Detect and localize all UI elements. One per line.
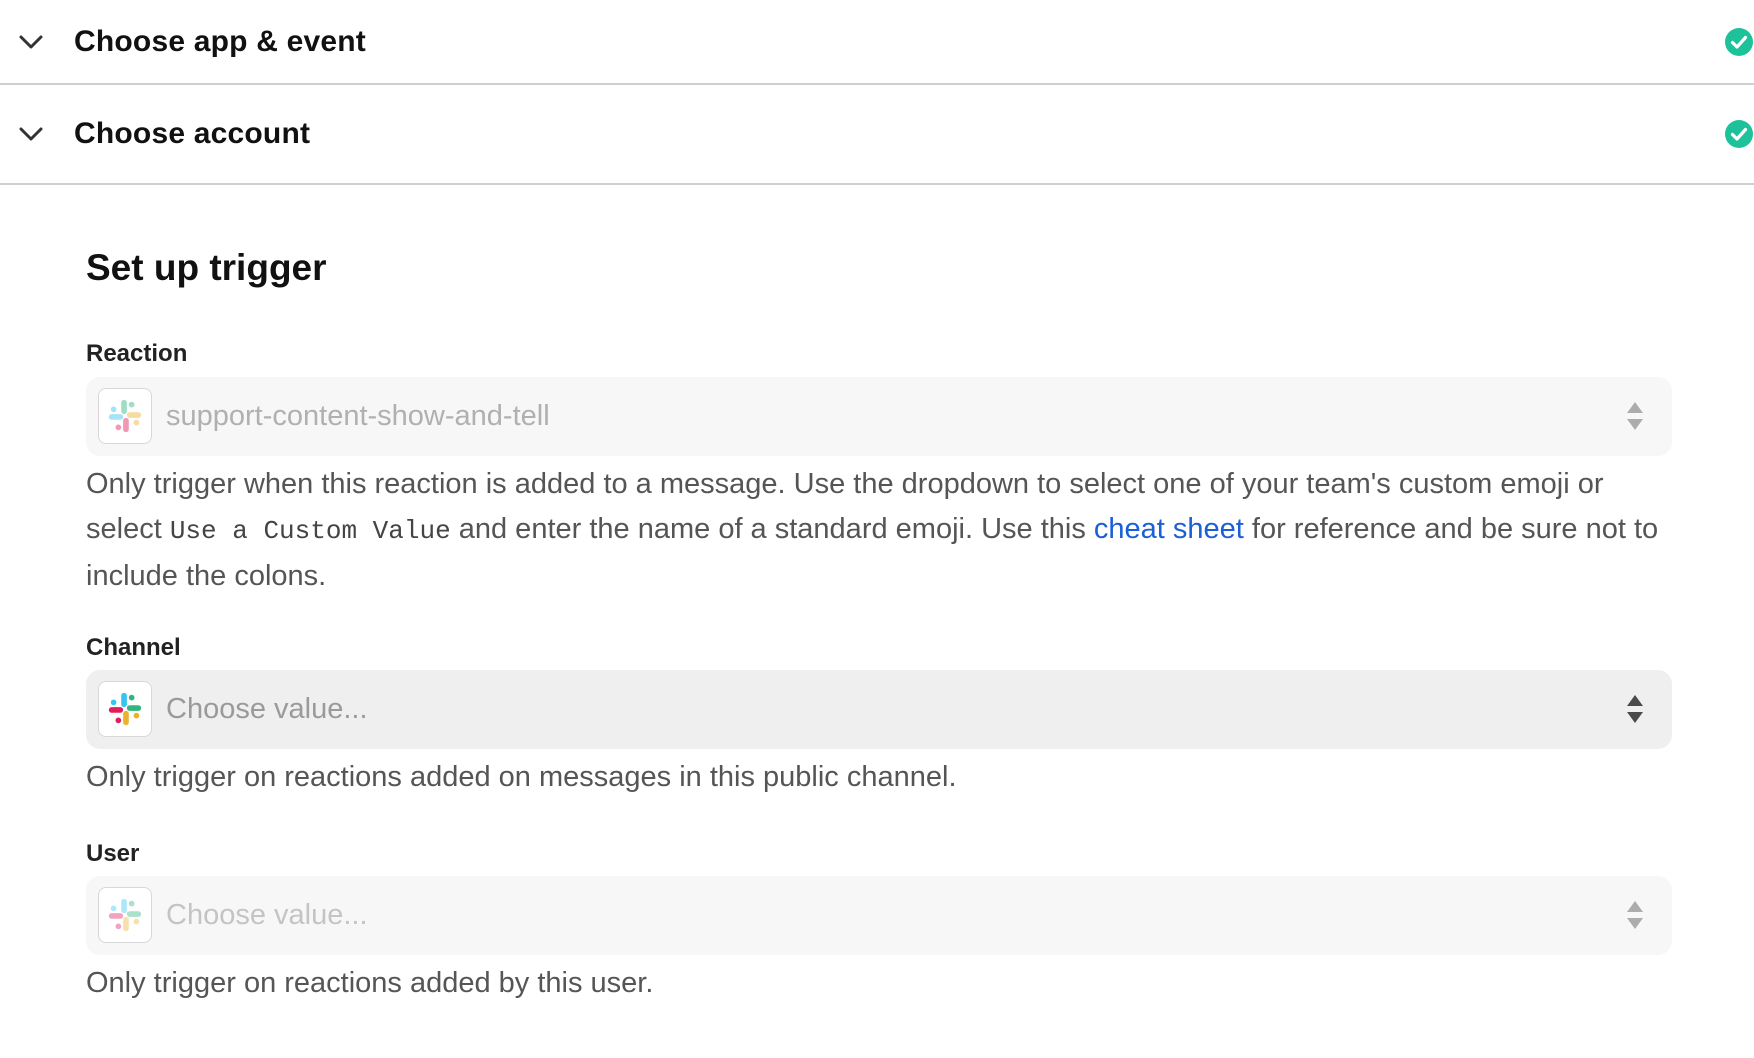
slack-icon — [98, 388, 152, 444]
section-title: Choose account — [74, 117, 311, 150]
channel-placeholder: Choose value... — [166, 693, 368, 725]
section-title: Choose app & event — [74, 24, 366, 58]
check-circle-icon — [1724, 119, 1754, 149]
user-dropdown[interactable]: Choose value... — [86, 876, 1672, 955]
section-choose-app-event[interactable]: Choose app & event — [0, 0, 1754, 85]
chevron-down-icon[interactable] — [18, 121, 44, 147]
help-text-part: and enter the name of a standard emoji. … — [450, 513, 1094, 545]
cheat-sheet-link[interactable]: cheat sheet — [1094, 513, 1244, 545]
channel-label: Channel — [86, 634, 181, 661]
sort-arrows-icon — [1624, 898, 1646, 932]
check-circle-icon — [1724, 27, 1754, 57]
user-label: User — [86, 840, 140, 867]
section-choose-account[interactable]: Choose account — [0, 85, 1754, 185]
reaction-label: Reaction — [86, 340, 188, 367]
channel-help-text: Only trigger on reactions added on messa… — [86, 761, 957, 793]
slack-icon — [98, 887, 152, 943]
reaction-help-text: Only trigger when this reaction is added… — [86, 462, 1686, 599]
slack-icon — [98, 681, 152, 737]
page-title: Set up trigger — [86, 247, 327, 288]
custom-value-code: Use a Custom Value — [169, 516, 451, 546]
sort-arrows-icon — [1624, 399, 1646, 433]
reaction-dropdown[interactable]: support-content-show-and-tell — [86, 377, 1672, 456]
user-placeholder: Choose value... — [166, 899, 368, 931]
sort-arrows-icon — [1624, 692, 1646, 726]
channel-dropdown[interactable]: Choose value... — [86, 670, 1672, 749]
zap-step-editor: Choose app & event Choose account Set up… — [0, 0, 1754, 1058]
chevron-down-icon[interactable] — [18, 29, 44, 55]
reaction-value: support-content-show-and-tell — [166, 400, 550, 432]
user-help-text: Only trigger on reactions added by this … — [86, 967, 654, 999]
